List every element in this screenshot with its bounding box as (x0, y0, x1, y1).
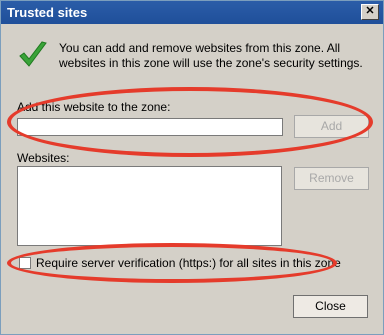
websites-label: Websites: (17, 151, 70, 165)
websites-list[interactable] (17, 166, 282, 246)
checkmark-icon (19, 41, 47, 67)
require-verification-label[interactable]: Require server verification (https:) for… (36, 256, 341, 270)
add-button[interactable]: Add (294, 115, 369, 138)
website-input[interactable] (17, 118, 283, 136)
add-website-label: Add this website to the zone: (17, 100, 171, 114)
title-bar[interactable]: Trusted sites ✕ (1, 1, 383, 24)
zone-info-text: You can add and remove websites from thi… (59, 41, 363, 70)
remove-button[interactable]: Remove (294, 167, 369, 190)
dialog-title: Trusted sites (7, 5, 88, 20)
close-button[interactable]: Close (293, 295, 368, 318)
require-verification-checkbox[interactable] (19, 257, 31, 269)
trusted-sites-dialog: Trusted sites ✕ You can add and remove w… (0, 0, 384, 335)
close-icon[interactable]: ✕ (361, 4, 379, 20)
